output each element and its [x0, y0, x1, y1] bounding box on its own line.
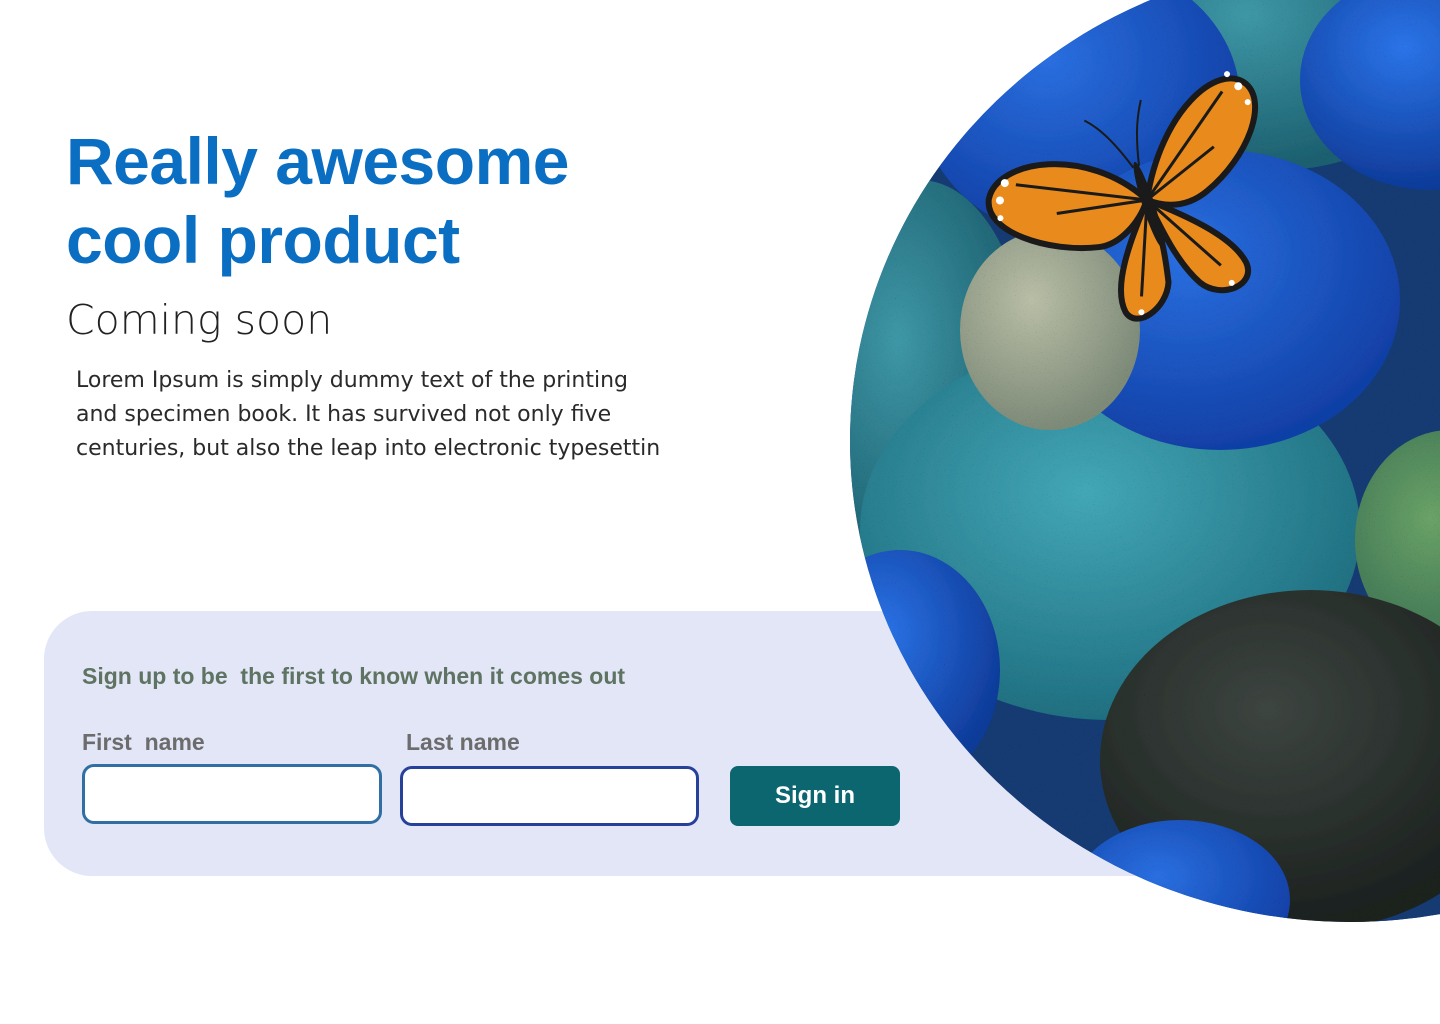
landing-page: Really awesome cool product Coming soon …	[0, 0, 1440, 1024]
last-name-field[interactable]	[400, 766, 699, 826]
first-name-field[interactable]	[82, 764, 382, 824]
coming-soon-subtitle: Coming soon	[66, 296, 333, 344]
page-title: Really awesome cool product	[66, 124, 569, 277]
first-name-label: First name	[82, 729, 205, 755]
product-description: Lorem Ipsum is simply dummy text of the …	[76, 368, 661, 461]
last-name-label: Last name	[406, 729, 520, 755]
sign-in-button[interactable]: Sign in	[730, 766, 900, 826]
signup-heading: Sign up to be the first to know when it …	[82, 663, 626, 689]
